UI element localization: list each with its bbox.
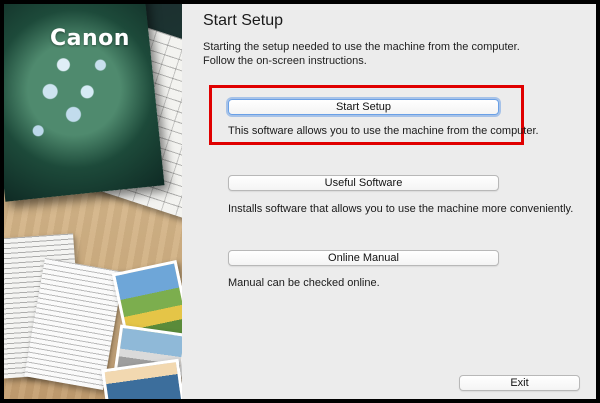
setup-content: Start Setup Starting the setup needed to… [182,4,596,399]
intro-line-1: Starting the setup needed to use the mac… [203,41,520,53]
start-setup-button[interactable]: Start Setup [228,99,499,115]
online-manual-description: Manual can be checked online. [228,277,380,289]
intro-line-2: Follow the on-screen instructions. [203,55,367,67]
intro-text: Starting the setup needed to use the mac… [203,40,583,68]
online-manual-button[interactable]: Online Manual [228,250,499,266]
useful-software-button[interactable]: Useful Software [228,175,499,191]
start-setup-description: This software allows you to use the mach… [228,125,539,137]
exit-button[interactable]: Exit [459,375,580,391]
canon-logo: Canon [50,26,130,51]
setup-window: Canon Start Setup Starting the setup nee… [4,4,596,399]
page-title: Start Setup [203,12,284,29]
useful-software-description: Installs software that allows you to use… [228,203,574,215]
decorative-banner: Canon [4,4,182,399]
